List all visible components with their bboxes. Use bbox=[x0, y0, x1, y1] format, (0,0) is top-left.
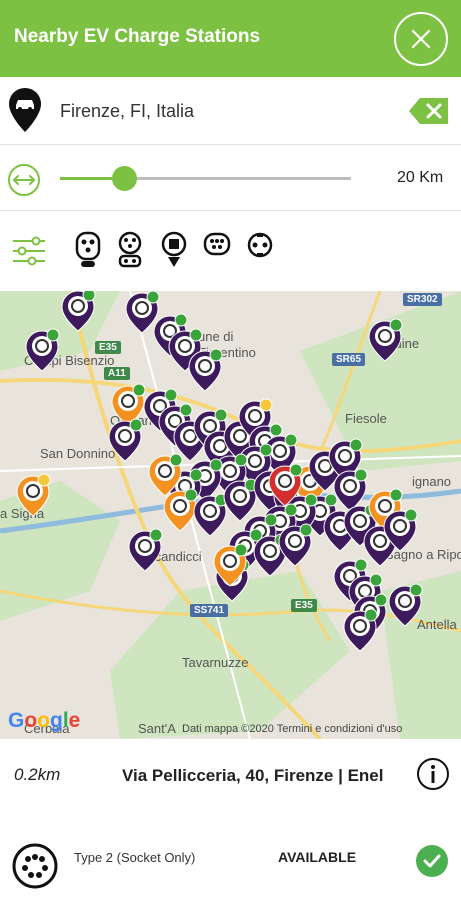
station-marker[interactable] bbox=[333, 468, 368, 512]
close-icon bbox=[411, 29, 431, 49]
available-check-icon bbox=[416, 845, 448, 877]
station-distance: 0.2km bbox=[14, 765, 61, 784]
map-attribution[interactable]: Dati mappa ©2020 Termini e condizioni d'… bbox=[182, 723, 402, 735]
radius-arrows-icon bbox=[8, 164, 40, 196]
chademo-plug-icon[interactable] bbox=[160, 231, 188, 269]
station-marker[interactable] bbox=[368, 318, 403, 362]
app-header: Nearby EV Charge Stations bbox=[0, 0, 461, 77]
filter-row bbox=[0, 211, 461, 291]
station-marker[interactable] bbox=[16, 473, 51, 517]
type2-plug-icon[interactable] bbox=[203, 231, 231, 259]
stations-map[interactable]: Campi Bisenzio San Donnino a Signa Scand… bbox=[0, 291, 461, 739]
station-marker[interactable] bbox=[111, 383, 146, 427]
radius-value: 20 Km bbox=[397, 169, 444, 186]
schuko-plug-icon[interactable] bbox=[246, 231, 274, 261]
radius-slider[interactable] bbox=[60, 166, 351, 191]
station-marker[interactable] bbox=[125, 291, 160, 334]
close-button[interactable] bbox=[394, 12, 448, 66]
station-marker[interactable] bbox=[343, 608, 378, 652]
car-location-pin-icon bbox=[9, 88, 41, 132]
connector-status: AVAILABLE bbox=[278, 849, 357, 865]
type1-plug-icon[interactable] bbox=[75, 231, 101, 269]
station-info-panel[interactable]: 0.2km Via Pellicceria, 40, Firenze | Ene… bbox=[0, 739, 461, 900]
station-address: Via Pellicceria, 40, Firenze | Enel bbox=[122, 766, 384, 785]
station-marker[interactable] bbox=[223, 478, 258, 522]
clear-location-icon[interactable] bbox=[408, 97, 450, 125]
google-logo: Google bbox=[8, 709, 81, 732]
station-marker[interactable] bbox=[108, 418, 143, 462]
location-input[interactable]: Firenze, FI, Italia bbox=[60, 101, 194, 122]
station-marker[interactable] bbox=[388, 583, 423, 627]
station-markers-layer bbox=[16, 291, 423, 652]
radius-slider-thumb[interactable] bbox=[112, 166, 138, 191]
location-row: Firenze, FI, Italia bbox=[0, 77, 461, 145]
app-screen: Nearby EV Charge Stations Firenze, FI, I… bbox=[0, 0, 461, 900]
station-marker[interactable] bbox=[188, 348, 223, 392]
combo-plug-icon[interactable] bbox=[117, 231, 143, 269]
page-title: Nearby EV Charge Stations bbox=[14, 26, 261, 47]
station-marker[interactable] bbox=[25, 328, 60, 372]
connector-type: Type 2 (Socket Only) bbox=[74, 850, 196, 865]
station-marker[interactable] bbox=[193, 493, 228, 537]
type2-socket-icon bbox=[12, 843, 58, 889]
station-marker[interactable] bbox=[128, 528, 163, 572]
info-icon[interactable] bbox=[416, 757, 450, 791]
station-marker[interactable] bbox=[163, 488, 198, 532]
radius-row: 20 Km bbox=[0, 145, 461, 211]
station-marker[interactable] bbox=[61, 291, 96, 332]
filter-sliders-icon[interactable] bbox=[12, 236, 46, 266]
